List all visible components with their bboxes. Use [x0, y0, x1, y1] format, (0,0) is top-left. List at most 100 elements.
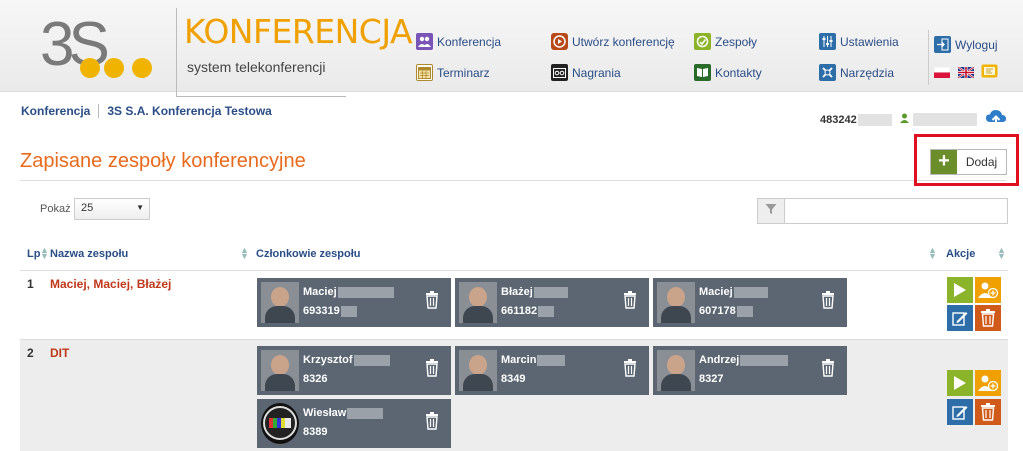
trash-icon[interactable]	[425, 412, 439, 430]
member-name: Marcin	[501, 354, 537, 366]
member-card: Wiesław 8389	[257, 399, 451, 448]
table-header-divider	[20, 270, 1008, 271]
play-icon	[954, 376, 966, 390]
contacts-book-icon	[694, 64, 711, 81]
trash-icon[interactable]	[425, 359, 439, 377]
nav-konferencja-label: Konferencja	[437, 34, 502, 49]
nav-kontakty[interactable]: Kontakty	[694, 64, 762, 81]
trash-icon[interactable]	[821, 359, 835, 377]
team-name-link[interactable]: Maciej, Maciej, Błażej	[50, 277, 171, 291]
logo-dot	[80, 58, 100, 78]
sort-icon[interactable]: ▲ ▼	[40, 246, 49, 261]
member-name: Maciej	[303, 286, 337, 298]
column-header-lp[interactable]: Lp	[27, 248, 40, 260]
member-card: Błażej 661182	[455, 278, 649, 327]
nav-divider	[928, 30, 929, 85]
avatar	[459, 282, 497, 323]
page-size-label: Pokaż	[40, 203, 71, 215]
teams-icon	[694, 33, 711, 50]
column-header-name[interactable]: Nazwa zespołu	[50, 248, 128, 260]
logout-icon	[934, 36, 951, 53]
member-card: Maciej 607178	[653, 278, 847, 327]
column-header-members[interactable]: Członkowie zespołu	[256, 248, 361, 260]
english-flag-icon[interactable]	[958, 67, 974, 78]
nav-wyloguj-label: Wyloguj	[955, 37, 998, 52]
page-size-select[interactable]: 25 ▼	[74, 198, 150, 220]
filter-funnel-icon	[758, 199, 785, 223]
start-conference-button[interactable]	[947, 370, 973, 396]
nav-terminarz-label: Terminarz	[437, 65, 490, 80]
redacted-account-suffix	[857, 113, 892, 126]
add-team-button[interactable]: + Dodaj	[930, 149, 1007, 175]
avatar	[657, 282, 695, 323]
trash-icon	[981, 403, 995, 421]
member-name: Błażej	[501, 286, 533, 298]
nav-wyloguj[interactable]: Wyloguj	[934, 36, 998, 53]
edit-team-button[interactable]	[947, 399, 973, 425]
trash-icon[interactable]	[821, 291, 835, 309]
nav-zespoly[interactable]: Zespoły	[694, 33, 757, 50]
trash-icon[interactable]	[623, 291, 637, 309]
sort-icon[interactable]: ▲ ▼	[928, 246, 937, 261]
member-number: 607178	[699, 305, 736, 317]
brand-subtitle: system telekonferencji	[187, 59, 326, 75]
team-name-link[interactable]: DIT	[50, 346, 69, 360]
edit-team-button[interactable]	[947, 305, 973, 331]
nav-nagrania-label: Nagrania	[572, 65, 621, 80]
row-number: 2	[27, 346, 34, 360]
member-number: 661182	[501, 305, 538, 317]
sort-icon[interactable]: ▲ ▼	[240, 246, 249, 261]
nav-nagrania[interactable]: Nagrania	[551, 64, 621, 81]
nav-terminarz[interactable]: Terminarz	[416, 64, 490, 81]
plus-icon: +	[931, 150, 957, 174]
polish-flag-icon[interactable]	[934, 67, 950, 78]
delete-team-button[interactable]	[975, 399, 1001, 425]
settings-sliders-icon	[819, 33, 836, 50]
chevron-down-icon: ▼	[136, 203, 144, 212]
language-switch-icon[interactable]	[981, 64, 998, 78]
member-number: 8389	[303, 426, 328, 438]
avatar	[261, 403, 299, 444]
avatar	[261, 350, 299, 391]
redacted-text	[337, 286, 394, 298]
cloud-upload-icon[interactable]	[985, 107, 1007, 132]
trash-icon[interactable]	[623, 359, 637, 377]
nav-zespoly-label: Zespoły	[715, 34, 758, 49]
edit-icon	[952, 312, 968, 326]
trash-icon	[981, 309, 995, 327]
nav-narzedzia-label: Narzędzia	[840, 65, 895, 80]
member-name: Krzysztof	[303, 354, 353, 366]
member-name: Andrzej	[699, 354, 740, 366]
account-number: 483242	[820, 113, 857, 126]
start-conference-button[interactable]	[947, 277, 973, 303]
breadcrumb-root[interactable]: Konferencja	[21, 104, 90, 118]
add-to-conference-button[interactable]	[975, 370, 1001, 396]
member-number: 693319	[303, 305, 340, 317]
add-button-label: Dodaj	[965, 155, 998, 169]
trash-icon[interactable]	[425, 291, 439, 309]
nav-utworz-konferencje[interactable]: Utwórz konferencję	[551, 33, 675, 50]
delete-team-button[interactable]	[975, 305, 1001, 331]
calendar-icon	[416, 64, 433, 81]
avatar	[459, 350, 497, 391]
create-conference-icon	[551, 33, 568, 50]
member-number: 8327	[699, 373, 724, 385]
row-number: 1	[27, 277, 34, 291]
redacted-username	[912, 113, 977, 126]
member-card: Krzysztof 8326	[257, 346, 451, 395]
brand-title: KONFERENCJA	[184, 12, 413, 51]
avatar	[261, 282, 299, 323]
member-card: Maciej 693319	[257, 278, 451, 327]
sort-icon[interactable]: ▲ ▼	[997, 246, 1006, 261]
nav-ustawienia[interactable]: Ustawienia	[819, 33, 899, 50]
user-add-icon	[978, 282, 998, 299]
user-icon	[899, 113, 909, 126]
member-number: 8326	[303, 373, 328, 385]
logo-dot	[132, 58, 152, 78]
redacted-text	[347, 407, 384, 419]
nav-konferencja[interactable]: Konferencja	[416, 33, 501, 50]
nav-narzedzia[interactable]: Narzędzia	[819, 64, 894, 81]
add-to-conference-button[interactable]	[975, 277, 1001, 303]
filter-input-container[interactable]	[757, 198, 1008, 224]
header-divider	[176, 8, 177, 96]
